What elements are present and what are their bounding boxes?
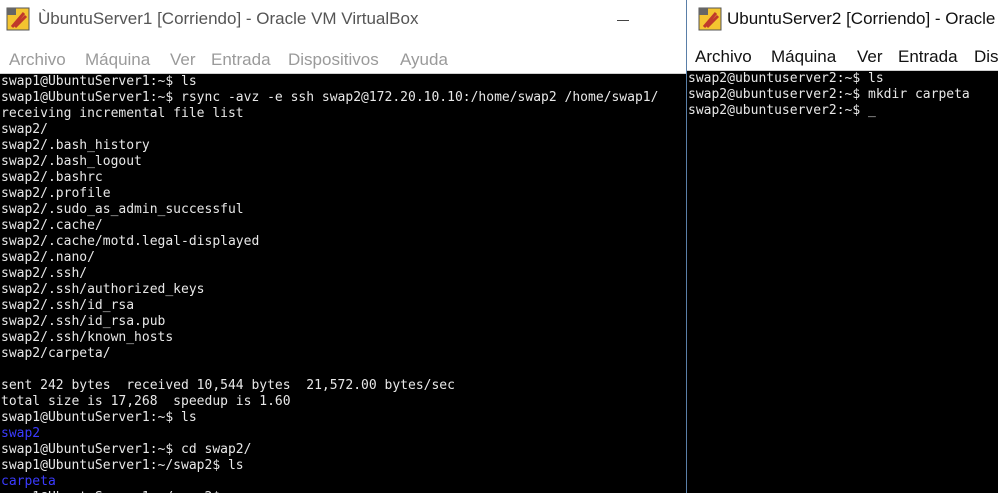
console-line: swap2/.nano/ (1, 250, 95, 265)
menu-archivo[interactable]: Archivo (695, 47, 752, 67)
console-line: swap2/.bashrc (1, 170, 103, 185)
console-line: sent 242 bytes received 10,544 bytes 21,… (1, 378, 455, 393)
console-line: swap2/.ssh/id_rsa (1, 298, 135, 313)
menu-entrada[interactable]: Entrada (211, 50, 271, 70)
menu-dispositivos[interactable]: Dispositivos (288, 50, 379, 70)
menu-ver[interactable]: Ver (170, 50, 196, 70)
vm-window-ubuntuserver2[interactable]: UbuntuServer2 [Corriendo] - Oracle VM Vi… (686, 0, 998, 493)
menu-ayuda[interactable]: Ayuda (400, 50, 448, 70)
minimize-button[interactable] (600, 0, 646, 40)
console-line: carpeta (1, 474, 56, 489)
console-line: swap2@ubuntuserver2:~$ _ (688, 103, 876, 118)
console-line: swap1@UbuntuServer1:~$ ls (1, 410, 197, 425)
console-line: swap1@UbuntuServer1:~/swap2$ ls (1, 458, 244, 473)
window-title: ÙbuntuServer1 [Corriendo] - Oracle VM Vi… (38, 9, 419, 28)
virtualbox-icon (6, 7, 30, 31)
virtualbox-icon (698, 7, 722, 31)
console-line: swap2/.profile (1, 186, 111, 201)
console-line: swap2/.cache/motd.legal-displayed (1, 234, 260, 249)
menu-entrada[interactable]: Entrada (898, 47, 958, 67)
console-line: swap2/.cache/ (1, 218, 103, 233)
console-line: swap2/.sudo_as_admin_successful (1, 202, 244, 217)
menu-ver[interactable]: Ver (857, 47, 883, 67)
console-line: swap1@UbuntuServer1:~$ rsync -avz -e ssh… (1, 90, 659, 105)
menu-bar: Archivo Máquina Ver Entrada Dispositivos… (0, 40, 686, 74)
menu-archivo[interactable]: Archivo (9, 50, 66, 70)
console-line: swap2 (1, 426, 41, 441)
title-bar[interactable]: ÙbuntuServer1 [Corriendo] - Oracle VM Vi… (0, 0, 686, 40)
console-line: swap1@UbuntuServer1:~$ cd swap2/ (1, 442, 252, 457)
vm-console-screen[interactable]: swap2@ubuntuserver2:~$ ls swap2@ubuntuser… (687, 71, 998, 493)
console-line: swap2/.bash_logout (1, 154, 142, 169)
menu-maquina[interactable]: Máquina (85, 50, 150, 70)
vm-window-ubuntuserver1[interactable]: ÙbuntuServer1 [Corriendo] - Oracle VM Vi… (0, 0, 686, 493)
vm-console-screen[interactable]: swap1@UbuntuServer1:~$ ls swap1@UbuntuSer… (0, 74, 686, 493)
title-bar[interactable]: UbuntuServer2 [Corriendo] - Oracle VM Vi… (687, 0, 998, 40)
console-line: swap2/.ssh/known_hosts (1, 330, 174, 345)
console-line: swap2/.ssh/ (1, 266, 88, 281)
console-line: swap2@ubuntuserver2:~$ mkdir carpeta (688, 87, 970, 102)
console-line: total size is 17,268 speedup is 1.60 (1, 394, 291, 409)
console-line: swap2/.ssh/id_rsa.pub (1, 314, 166, 329)
console-line: swap2/.bash_history (1, 138, 150, 153)
menu-dispositivos[interactable]: Dispositivos (974, 47, 998, 67)
console-line: swap2/carpeta/ (1, 346, 111, 361)
menu-maquina[interactable]: Máquina (771, 47, 836, 67)
minimize-icon (617, 20, 629, 21)
console-line: swap1@UbuntuServer1:~$ ls (1, 74, 197, 89)
console-line: swap2/.ssh/authorized_keys (1, 282, 205, 297)
window-title: UbuntuServer2 [Corriendo] - Oracle VM Vi… (727, 9, 998, 28)
console-line: swap2/ (1, 122, 48, 137)
menu-bar: Archivo Máquina Ver Entrada Dispositivos (687, 40, 998, 71)
console-line: swap2@ubuntuserver2:~$ ls (688, 71, 884, 86)
console-line: receiving incremental file list (1, 106, 244, 121)
